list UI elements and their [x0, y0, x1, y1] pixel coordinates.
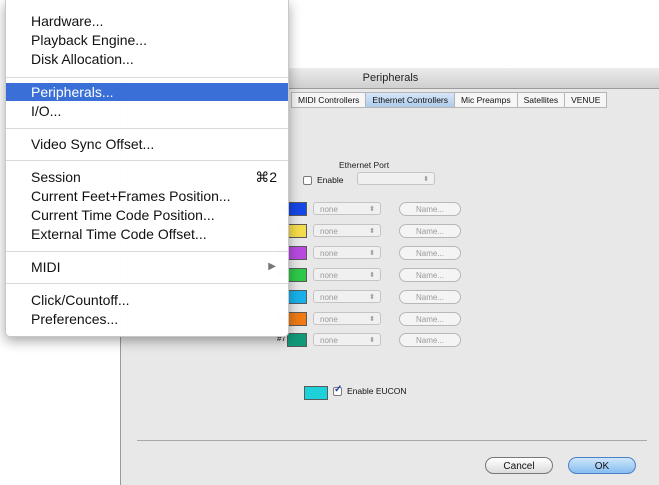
controller-select[interactable]: none ⬍: [313, 246, 381, 259]
menu-item-click-countoff[interactable]: Click/Countoff...: [6, 291, 288, 309]
menu-item-session-label: Session: [31, 169, 81, 185]
submenu-arrow-icon: ▶: [268, 261, 276, 272]
command-2-shortcut: ⌘2: [255, 169, 277, 185]
menu-item-disk-allocation[interactable]: Disk Allocation...: [6, 50, 288, 68]
cancel-button[interactable]: Cancel: [485, 457, 553, 474]
menu-item-session[interactable]: Session ⌘2: [6, 168, 288, 186]
menu-separator: [6, 283, 288, 284]
select-arrows-icon: ⬍: [369, 250, 375, 257]
controller-row-2: #2 none⬍ Name...: [271, 224, 511, 238]
controller-color-swatch[interactable]: [287, 312, 307, 326]
name-button[interactable]: Name...: [399, 312, 461, 326]
controller-row-6: #6 none⬍ Name...: [271, 312, 511, 326]
enable-checkbox[interactable]: [303, 176, 312, 185]
select-arrows-icon: ⬍: [369, 337, 375, 344]
ethernet-port-select[interactable]: ⬍: [357, 172, 435, 185]
tab-mic-preamps[interactable]: Mic Preamps: [455, 93, 518, 107]
enable-label: Enable: [317, 175, 344, 185]
menu-item-io[interactable]: I/O...: [6, 102, 288, 120]
tab-venue[interactable]: VENUE: [565, 93, 606, 107]
name-button[interactable]: Name...: [399, 290, 461, 304]
setup-menu: Hardware... Playback Engine... Disk Allo…: [5, 0, 289, 337]
controller-select[interactable]: none ⬍: [313, 312, 381, 325]
menu-item-midi[interactable]: MIDI ▶: [6, 258, 288, 276]
tab-midi-controllers[interactable]: MIDI Controllers: [292, 93, 367, 107]
ok-button[interactable]: OK: [568, 457, 636, 474]
controller-select-value: none: [320, 336, 338, 345]
menu-item-peripherals[interactable]: Peripherals...: [6, 83, 288, 101]
controller-row-3: #3 none⬍ Name...: [271, 246, 511, 260]
controller-color-swatch[interactable]: [287, 202, 307, 216]
name-button[interactable]: Name...: [399, 246, 461, 260]
controller-row-4: #4 none⬍ Name...: [271, 268, 511, 282]
menu-separator: [6, 77, 288, 78]
tab-satellites[interactable]: Satellites: [518, 93, 566, 107]
controller-select-value: none: [320, 293, 338, 302]
menu-item-video-sync-offset[interactable]: Video Sync Offset...: [6, 135, 288, 153]
enable-eucon-label: Enable EUCON: [347, 386, 407, 396]
controller-row-7: #7 none ⬍ Name...: [271, 333, 511, 347]
controller-row-1: #1 none⬍ Name...: [271, 202, 511, 216]
menu-item-hardware[interactable]: Hardware...: [6, 12, 288, 30]
controller-select-value: none: [320, 271, 338, 280]
menu-item-current-time-code-position[interactable]: Current Time Code Position...: [6, 206, 288, 224]
dialog-divider: [137, 440, 647, 441]
select-arrows-icon: ⬍: [369, 272, 375, 279]
controller-select-value: none: [320, 249, 338, 258]
select-arrows-icon: ⬍: [369, 206, 375, 213]
menu-item-current-feet-frames-position[interactable]: Current Feet+Frames Position...: [6, 187, 288, 205]
controller-color-swatch[interactable]: [287, 224, 307, 238]
controller-color-swatch[interactable]: [287, 246, 307, 260]
controller-select-value: none: [320, 205, 338, 214]
controller-select[interactable]: none ⬍: [313, 290, 381, 303]
menu-item-external-time-code-offset[interactable]: External Time Code Offset...: [6, 225, 288, 243]
menu-item-midi-label: MIDI: [31, 259, 61, 275]
controller-select-value: none: [320, 227, 338, 236]
controller-color-swatch[interactable]: [287, 290, 307, 304]
ethernet-port-label: Ethernet Port: [339, 160, 390, 170]
name-button[interactable]: Name...: [399, 202, 461, 216]
controller-select[interactable]: none ⬍: [313, 268, 381, 281]
tab-bar: MIDI Controllers Ethernet Controllers Mi…: [291, 92, 608, 108]
menu-item-preferences[interactable]: Preferences...: [6, 310, 288, 328]
name-button[interactable]: Name...: [399, 268, 461, 282]
name-button[interactable]: Name...: [399, 224, 461, 238]
select-arrows-icon: ⬍: [423, 176, 429, 183]
controller-select[interactable]: none ⬍: [313, 202, 381, 215]
controller-select[interactable]: none ⬍: [313, 224, 381, 237]
menu-separator: [6, 128, 288, 129]
eucon-color-swatch[interactable]: [304, 386, 328, 400]
controller-color-swatch[interactable]: [287, 268, 307, 282]
controller-color-swatch[interactable]: [287, 333, 307, 347]
select-arrows-icon: ⬍: [369, 228, 375, 235]
enable-eucon-checkbox[interactable]: [333, 384, 342, 396]
menu-item-playback-engine[interactable]: Playback Engine...: [6, 31, 288, 49]
controller-select-value: none: [320, 315, 338, 324]
name-button[interactable]: Name...: [399, 333, 461, 347]
tab-ethernet-controllers[interactable]: Ethernet Controllers: [366, 93, 455, 107]
controller-select[interactable]: none ⬍: [313, 333, 381, 346]
controller-row-5: #5 none⬍ Name...: [271, 290, 511, 304]
menu-separator: [6, 251, 288, 252]
select-arrows-icon: ⬍: [369, 294, 375, 301]
menu-separator: [6, 160, 288, 161]
select-arrows-icon: ⬍: [369, 316, 375, 323]
